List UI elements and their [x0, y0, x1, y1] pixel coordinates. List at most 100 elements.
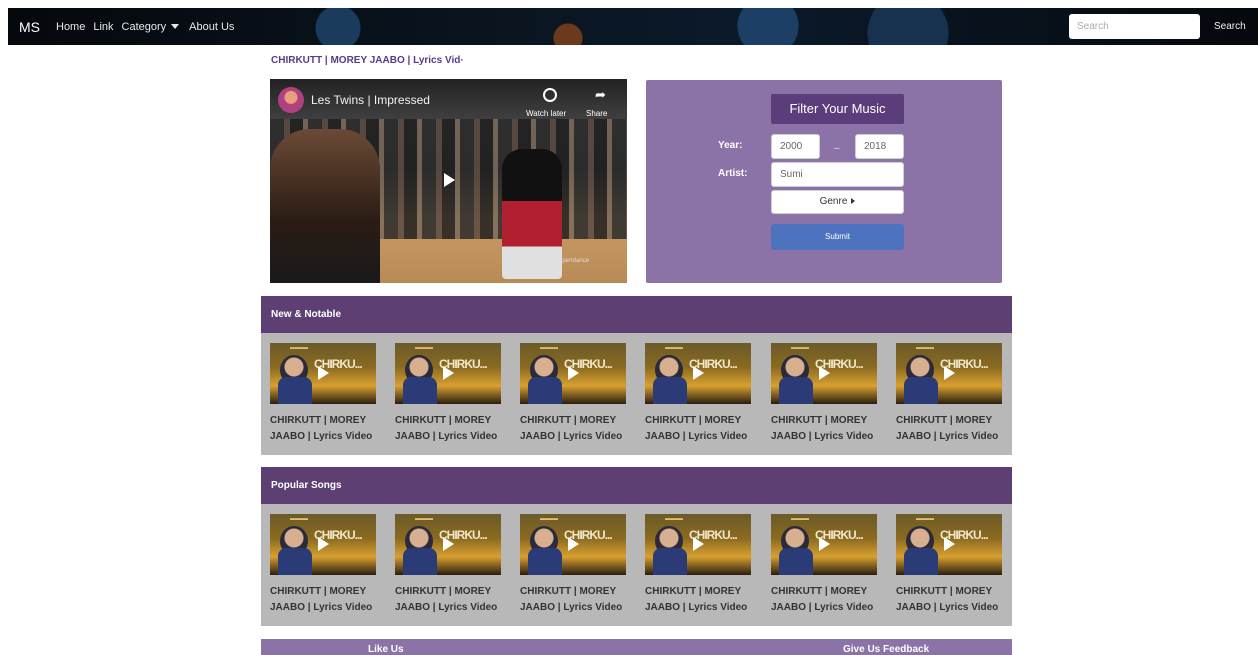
video-card[interactable]: ▬▬▬ CHIRKU... CHIRKUTT | MOREY JAABO | Lyr… [270, 514, 380, 616]
video-dancer-image [270, 129, 380, 283]
video-thumbnail[interactable]: ▬▬▬ CHIRKU... [896, 514, 1002, 575]
play-icon[interactable] [318, 366, 329, 380]
genre-label: Genre [819, 196, 848, 207]
video-card-title[interactable]: CHIRKUTT | MOREY JAABO | Lyrics Video [645, 413, 755, 445]
video-thumbnail[interactable]: ▬▬▬ CHIRKU... [270, 343, 376, 404]
video-thumbnail[interactable]: ▬▬▬ CHIRKU... [395, 514, 501, 575]
thumbnail-figure-image [403, 377, 437, 404]
video-player[interactable]: Les Twins | Impressed Watch later ➦ Shar… [270, 79, 627, 283]
video-card-title[interactable]: CHIRKUTT | MOREY JAABO | Lyrics Video [896, 413, 1006, 445]
video-watermark: expertdance [556, 258, 590, 264]
video-card-title[interactable]: CHIRKUTT | MOREY JAABO | Lyrics Video [645, 584, 755, 616]
thumbnail-banner: ▬▬▬ [791, 345, 809, 351]
video-card-title[interactable]: CHIRKUTT | MOREY JAABO | Lyrics Video [771, 584, 881, 616]
play-icon[interactable] [693, 366, 704, 380]
video-card[interactable]: ▬▬▬ CHIRKU... CHIRKUTT | MOREY JAABO | Lyr… [771, 343, 881, 445]
thumbnail-banner: ▬▬▬ [916, 516, 934, 522]
nav-link-home[interactable]: Home [56, 21, 85, 33]
video-card[interactable]: ▬▬▬ CHIRKU... CHIRKUTT | MOREY JAABO | Lyr… [395, 343, 505, 445]
play-icon[interactable] [819, 537, 830, 551]
year-range-dash: – [834, 143, 840, 154]
play-icon[interactable] [444, 173, 455, 187]
watch-later-label[interactable]: Watch later [526, 109, 566, 118]
thumbnail-banner: ▬▬▬ [290, 516, 308, 522]
video-card[interactable]: ▬▬▬ CHIRKU... CHIRKUTT | MOREY JAABO | Lyr… [896, 343, 1006, 445]
category-label: Category [121, 20, 167, 33]
footer-bar: Like Us Give Us Feedback [261, 639, 1012, 655]
artist-input[interactable]: Sumi [771, 162, 904, 187]
video-card-title[interactable]: CHIRKUTT | MOREY JAABO | Lyrics Video [395, 413, 505, 445]
year-label: Year: [718, 140, 743, 151]
channel-avatar[interactable] [278, 87, 304, 113]
thumbnail-banner: ▬▬▬ [415, 345, 433, 351]
video-card[interactable]: ▬▬▬ CHIRKU... CHIRKUTT | MOREY JAABO | Lyr… [771, 514, 881, 616]
page-title: CHIRKUTT | MOREY JAABO | Lyrics Vid· [271, 55, 464, 66]
video-card-title[interactable]: CHIRKUTT | MOREY JAABO | Lyrics Video [520, 413, 630, 445]
video-card-title[interactable]: CHIRKUTT | MOREY JAABO | Lyrics Video [771, 413, 881, 445]
feedback-link[interactable]: Give Us Feedback [843, 644, 929, 655]
video-thumbnail[interactable]: ▬▬▬ CHIRKU... [520, 514, 626, 575]
nav-link-about-us[interactable]: About Us [189, 21, 234, 33]
thumbnail-figure-image [528, 548, 562, 575]
year-to-input[interactable]: 2018 [855, 134, 904, 159]
search-button[interactable]: Search [1214, 21, 1246, 32]
thumbnail-figure-image [904, 548, 938, 575]
play-icon[interactable] [443, 537, 454, 551]
thumbnail-banner: ▬▬▬ [791, 516, 809, 522]
video-card-title[interactable]: CHIRKUTT | MOREY JAABO | Lyrics Video [896, 584, 1006, 616]
clock-icon[interactable] [543, 88, 557, 102]
section-heading-popular-songs: Popular Songs [261, 467, 1012, 504]
video-thumbnail[interactable]: ▬▬▬ CHIRKU... [395, 343, 501, 404]
play-icon[interactable] [568, 537, 579, 551]
section-heading-new-notable: New & Notable [261, 296, 1012, 333]
section-new-notable: ▬▬▬ CHIRKU... CHIRKUTT | MOREY JAABO | Lyr… [261, 333, 1012, 455]
video-thumbnail[interactable]: ▬▬▬ CHIRKU... [270, 514, 376, 575]
video-title[interactable]: Les Twins | Impressed [311, 93, 430, 107]
brand-logo[interactable]: MS [19, 19, 40, 35]
play-icon[interactable] [318, 537, 329, 551]
video-thumbnail[interactable]: ▬▬▬ CHIRKU... [520, 343, 626, 404]
video-card[interactable]: ▬▬▬ CHIRKU... CHIRKUTT | MOREY JAABO | Lyr… [520, 514, 630, 616]
video-card-title[interactable]: CHIRKUTT | MOREY JAABO | Lyrics Video [270, 584, 380, 616]
thumbnail-banner: ▬▬▬ [665, 516, 683, 522]
search-input[interactable] [1069, 14, 1200, 39]
video-card-title[interactable]: CHIRKUTT | MOREY JAABO | Lyrics Video [520, 584, 630, 616]
video-card[interactable]: ▬▬▬ CHIRKU... CHIRKUTT | MOREY JAABO | Lyr… [270, 343, 380, 445]
video-thumbnail[interactable]: ▬▬▬ CHIRKU... [645, 343, 751, 404]
video-card[interactable]: ▬▬▬ CHIRKU... CHIRKUTT | MOREY JAABO | Lyr… [645, 343, 755, 445]
video-thumbnail[interactable]: ▬▬▬ CHIRKU... [896, 343, 1002, 404]
video-card-title[interactable]: CHIRKUTT | MOREY JAABO | Lyrics Video [270, 413, 380, 445]
video-card[interactable]: ▬▬▬ CHIRKU... CHIRKUTT | MOREY JAABO | Lyr… [896, 514, 1006, 616]
thumbnail-banner: ▬▬▬ [415, 516, 433, 522]
caret-right-icon [851, 198, 856, 205]
genre-dropdown[interactable]: Genre [771, 190, 904, 214]
video-card[interactable]: ▬▬▬ CHIRKU... CHIRKUTT | MOREY JAABO | Lyr… [395, 514, 505, 616]
video-thumbnail[interactable]: ▬▬▬ CHIRKU... [771, 343, 877, 404]
nav-dropdown-category[interactable]: Category [122, 21, 190, 33]
play-icon[interactable] [443, 366, 454, 380]
nav-link-link[interactable]: Link [93, 21, 113, 33]
share-label[interactable]: Share [586, 109, 607, 118]
video-card[interactable]: ▬▬▬ CHIRKU... CHIRKUTT | MOREY JAABO | Lyr… [520, 343, 630, 445]
thumbnail-banner: ▬▬▬ [290, 345, 308, 351]
play-icon[interactable] [944, 366, 955, 380]
thumbnail-banner: ▬▬▬ [540, 345, 558, 351]
video-card[interactable]: ▬▬▬ CHIRKU... CHIRKUTT | MOREY JAABO | Lyr… [645, 514, 755, 616]
submit-button[interactable]: Submit [771, 224, 904, 250]
thumbnail-banner: ▬▬▬ [916, 345, 934, 351]
video-thumbnail[interactable]: ▬▬▬ CHIRKU... [645, 514, 751, 575]
play-icon[interactable] [819, 366, 830, 380]
play-icon[interactable] [693, 537, 704, 551]
thumbnail-figure-image [403, 548, 437, 575]
thumbnail-figure-image [653, 377, 687, 404]
year-from-input[interactable]: 2000 [771, 134, 820, 159]
play-icon[interactable] [568, 366, 579, 380]
like-us-link[interactable]: Like Us [368, 644, 404, 655]
play-icon[interactable] [944, 537, 955, 551]
thumbnail-banner: ▬▬▬ [540, 516, 558, 522]
share-icon[interactable]: ➦ [595, 87, 606, 103]
video-thumbnail[interactable]: ▬▬▬ CHIRKU... [771, 514, 877, 575]
top-navbar: MS Home Link Category About Us Search [8, 8, 1258, 45]
thumbnail-figure-image [653, 548, 687, 575]
video-card-title[interactable]: CHIRKUTT | MOREY JAABO | Lyrics Video [395, 584, 505, 616]
